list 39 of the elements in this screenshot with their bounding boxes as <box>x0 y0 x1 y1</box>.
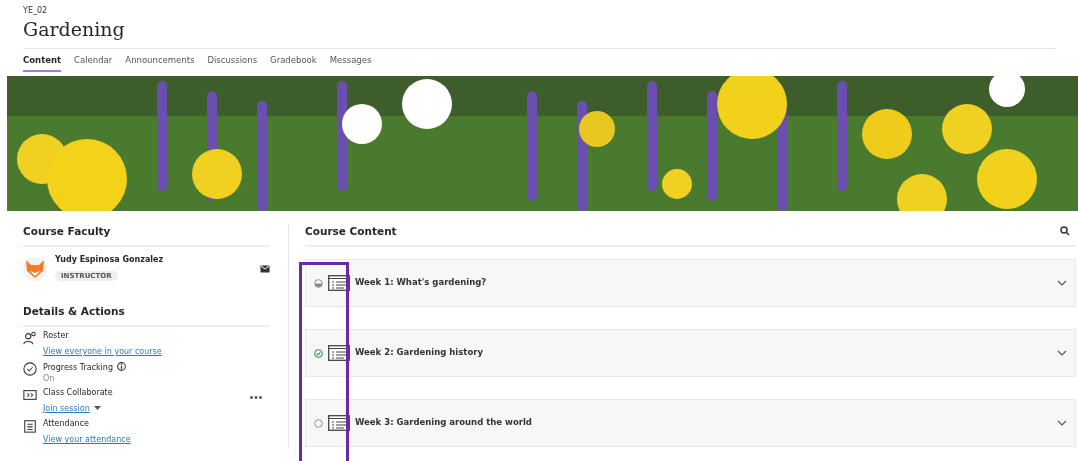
module-title: Week 2: Gardening history <box>355 348 484 358</box>
section-heading: Details & Actions <box>23 304 125 317</box>
caret-icon[interactable] <box>93 405 101 411</box>
search-icon[interactable] <box>1060 226 1070 237</box>
instructor-name: Yudy Espinosa Gonzalez <box>55 255 165 265</box>
clipboard-icon <box>23 419 37 434</box>
nav-tab[interactable]: Content <box>23 55 62 72</box>
detail-link[interactable]: View everyone in your course <box>43 346 162 356</box>
detail-link[interactable]: Join session <box>43 403 90 413</box>
detail-title: Roster <box>43 330 70 340</box>
chevron-down-icon[interactable] <box>1057 420 1067 427</box>
chevron-down-icon[interactable] <box>1057 280 1067 287</box>
nav-tab[interactable]: Discussions <box>207 55 258 72</box>
nav-tab[interactable]: Calendar <box>74 55 113 72</box>
detail-title: Attendance <box>43 419 90 429</box>
detail-title: Progress Tracking <box>43 362 270 373</box>
video-icon <box>23 387 37 402</box>
content-module-card[interactable]: Week 2: Gardening history <box>305 329 1076 378</box>
detail-title: Class Collaborate <box>43 387 114 397</box>
nav-tab[interactable]: Gradebook <box>270 55 317 72</box>
detail-link[interactable]: View your attendance <box>43 435 131 445</box>
info-icon[interactable] <box>117 362 126 372</box>
check-circle-icon <box>23 362 37 377</box>
people-icon <box>23 330 37 345</box>
status-text: On <box>43 374 56 384</box>
section-heading: Course Content <box>305 225 397 238</box>
course-title: Gardening <box>23 18 126 40</box>
content-module-card[interactable]: Week 3: Gardening around the world <box>305 399 1076 448</box>
mail-icon[interactable] <box>260 264 270 273</box>
course-code: YE_02 <box>23 6 49 15</box>
fox-avatar-icon <box>23 256 47 281</box>
nav-tab[interactable]: Announcements <box>125 55 195 72</box>
chevron-down-icon[interactable] <box>1057 350 1067 357</box>
module-title: Week 3: Gardening around the world <box>355 418 533 428</box>
more-icon[interactable] <box>250 395 262 399</box>
nav-tab[interactable]: Messages <box>329 55 372 72</box>
module-title: Week 1: What's gardening? <box>355 278 488 288</box>
content-module-card[interactable]: Week 1: What's gardening? <box>305 259 1076 308</box>
section-heading: Course Faculty <box>23 225 111 238</box>
